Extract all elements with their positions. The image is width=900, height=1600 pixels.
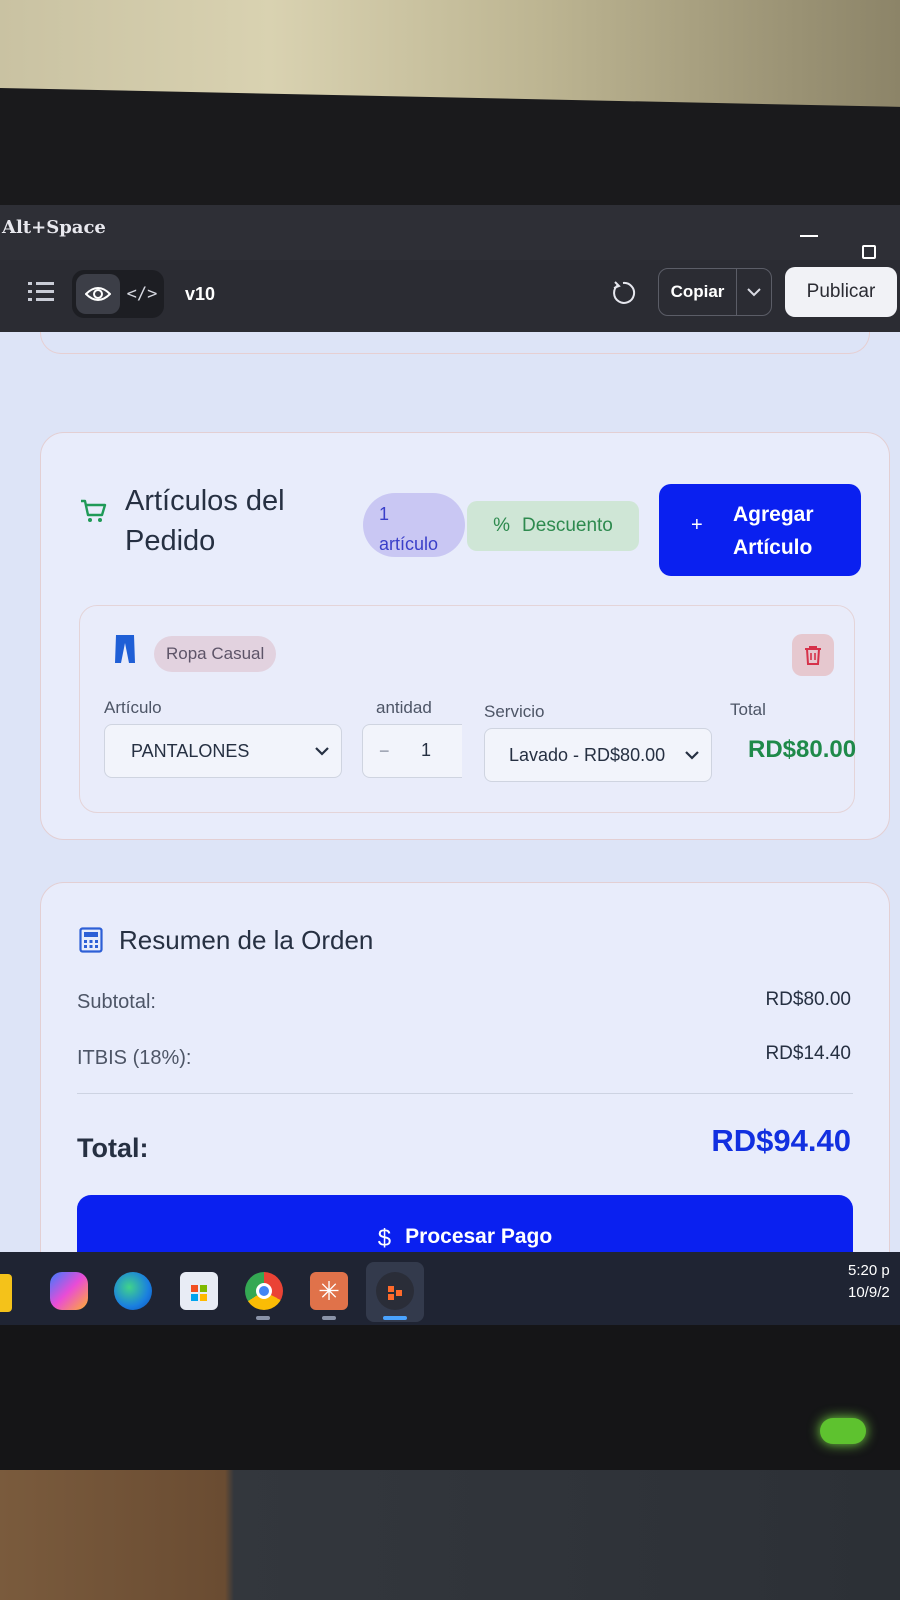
item-count-word: artículo [379,534,439,554]
clock-date: 10/9/2 [848,1284,890,1301]
minus-icon[interactable]: − [379,741,390,762]
app-content: Artículos del Pedido 1 artículo % Descue… [0,332,900,1252]
order-summary-card: Resumen de la Orden Subtotal: RD$80.00 I… [40,882,890,1252]
cart-icon [79,497,107,525]
publish-button[interactable]: Publicar [785,267,897,317]
discount-button[interactable]: % Descuento [467,501,639,551]
quantity-stepper[interactable]: − 1 [362,724,462,778]
trash-icon [805,646,821,665]
app-toolbar: </> v10 Copiar Publicar [0,260,900,332]
item-total-value: RD$80.00 [748,736,857,763]
tax-value: RD$14.40 [765,1043,851,1064]
tax-label: ITBIS (18%): [77,1047,192,1069]
dollar-icon: $ [377,1225,392,1252]
edge-icon[interactable] [114,1272,152,1310]
pants-icon [114,634,136,664]
items-section-title: Artículos del Pedido [125,485,285,557]
add-article-label: Agregar Artículo [733,498,814,564]
discount-label: Descuento [522,515,613,536]
claude-icon[interactable]: ✳ [310,1272,348,1310]
copy-button[interactable]: Copiar [659,269,737,315]
subtotal-value: RD$80.00 [765,989,851,1010]
total-label: Total: [77,1133,149,1163]
list-menu-icon[interactable] [28,280,54,304]
power-led [820,1418,866,1444]
order-items-card: Artículos del Pedido 1 artículo % Descue… [40,432,890,840]
monitor-bezel-bottom [0,1325,900,1485]
store-icon[interactable] [180,1272,218,1310]
total-column-label: Total [730,700,766,719]
plus-icon: + [691,514,703,536]
app-icon[interactable] [376,1272,414,1310]
explorer-icon[interactable] [0,1274,12,1312]
previous-card-edge [40,332,870,354]
article-select[interactable]: PANTALONES [104,724,342,778]
quantity-column-label: antidad [376,698,432,717]
percent-icon: % [493,515,511,536]
claude-indicator [322,1316,336,1320]
add-label-line1: Agregar [733,503,814,526]
chevron-down-icon [315,747,329,756]
chevron-down-icon[interactable] [737,269,771,315]
summary-divider [77,1093,853,1094]
subtotal-label: Subtotal: [77,991,156,1013]
article-column-label: Artículo [104,698,162,717]
quantity-value: 1 [421,740,432,760]
titlebar-hint: Alt+Space [2,217,106,238]
code-view-icon[interactable]: </> [124,274,160,314]
active-app-indicator [383,1316,407,1320]
item-count-badge: 1 artículo [363,493,465,557]
restore-icon[interactable] [862,245,876,259]
add-label-line2: Artículo [733,536,813,559]
chrome-icon[interactable] [245,1272,283,1310]
clock-time: 5:20 p [848,1262,890,1279]
preview-eye-icon[interactable] [76,274,120,314]
copy-split-button: Copiar [658,268,772,316]
refresh-icon[interactable] [610,280,636,306]
delete-item-button[interactable] [792,634,834,676]
process-payment-label: Procesar Pago [405,1225,553,1248]
calculator-icon [79,927,103,953]
process-payment-button[interactable]: $ Procesar Pago [77,1195,853,1252]
taskbar-clock[interactable]: 5:20 p 10/9/2 [848,1260,890,1304]
summary-title: Resumen de la Orden [119,925,374,955]
article-select-value: PANTALONES [131,740,250,761]
service-select[interactable]: Lavado - RD$80.00 [484,728,712,782]
version-label: v10 [185,284,216,304]
minimize-icon[interactable] [800,235,818,237]
add-article-button[interactable]: + Agregar Artículo [659,484,861,576]
item-count-number: 1 [379,504,390,524]
view-mode-toggle: </> [72,270,164,318]
order-item-row: Ropa Casual Artículo antidad Servicio To… [79,605,857,813]
chevron-down-icon [685,751,699,760]
screen: Alt+Space </> v10 Copiar Publicar Artícu… [0,205,900,1335]
service-select-value: Lavado - RD$80.00 [509,744,666,765]
category-tag: Ropa Casual [154,636,277,672]
copilot-icon[interactable] [50,1272,88,1310]
service-column-label: Servicio [484,702,545,721]
windows-taskbar: ✳ 5:20 p 10/9/2 [0,1252,900,1335]
window-titlebar: Alt+Space [0,205,900,263]
total-value: RD$94.40 [711,1123,851,1158]
chrome-indicator [256,1316,270,1320]
desk-surface [0,1470,900,1600]
